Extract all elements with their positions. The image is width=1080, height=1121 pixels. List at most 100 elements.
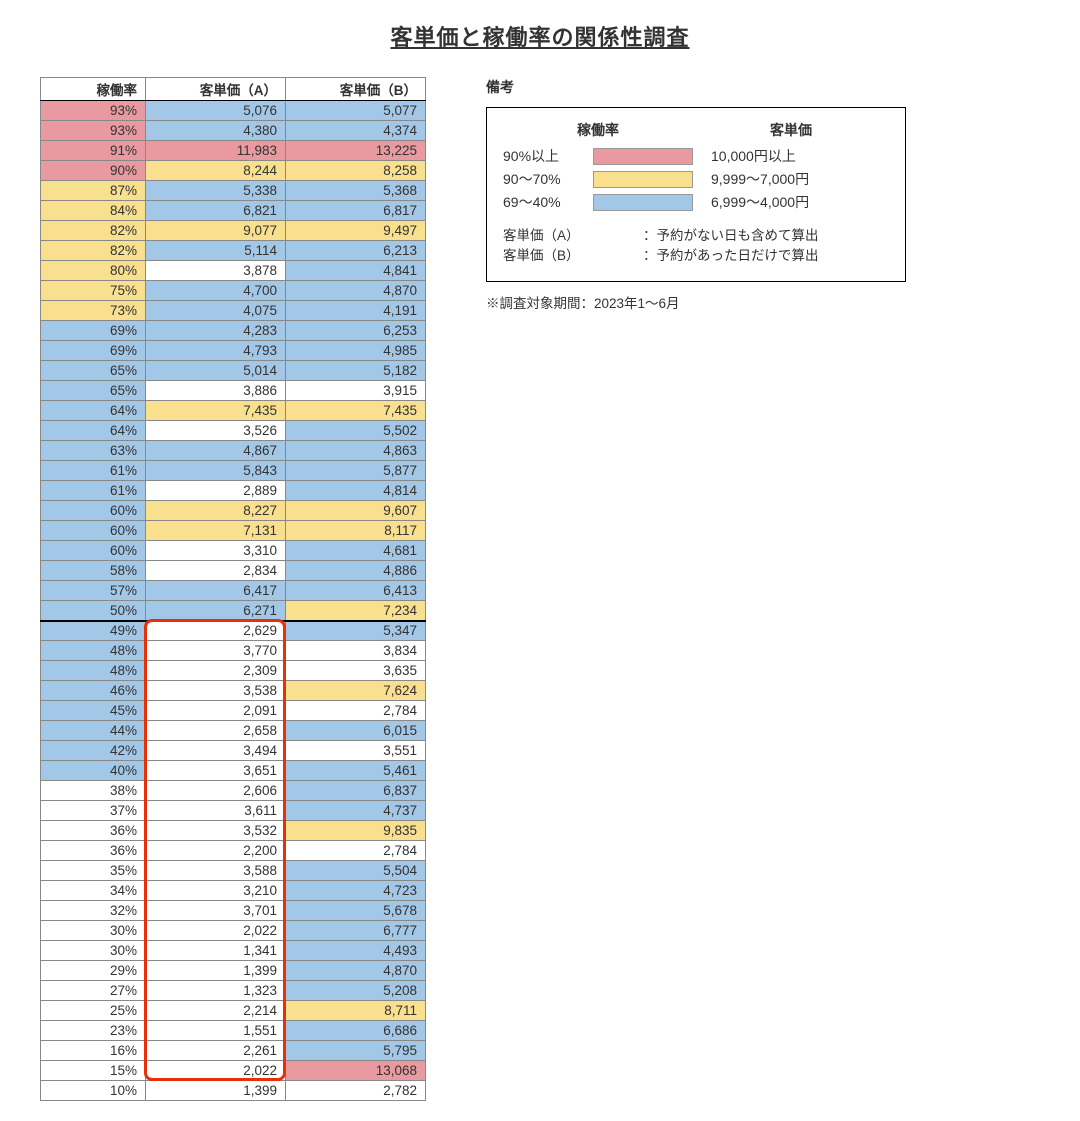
cell-rate: 73%	[41, 301, 146, 321]
cell-a: 6,821	[146, 201, 286, 221]
cell-a: 9,077	[146, 221, 286, 241]
cell-rate: 38%	[41, 781, 146, 801]
cell-rate: 25%	[41, 1001, 146, 1021]
table-row: 69%4,7934,985	[41, 341, 426, 361]
cell-rate: 65%	[41, 361, 146, 381]
cell-rate: 75%	[41, 281, 146, 301]
cell-a: 3,611	[146, 801, 286, 821]
cell-a: 11,983	[146, 141, 286, 161]
legend-notes: 客単価（A）：予約がない日も含めて算出客単価（B）：予約があった日だけで算出	[503, 226, 889, 267]
cell-a: 4,793	[146, 341, 286, 361]
cell-rate: 60%	[41, 521, 146, 541]
cell-rate: 10%	[41, 1081, 146, 1101]
cell-b: 5,347	[286, 621, 426, 641]
cell-rate: 36%	[41, 821, 146, 841]
cell-rate: 82%	[41, 241, 146, 261]
table-row: 84%6,8216,817	[41, 201, 426, 221]
cell-b: 3,635	[286, 661, 426, 681]
cell-rate: 63%	[41, 441, 146, 461]
cell-rate: 61%	[41, 461, 146, 481]
legend-rate-label: 90～70%	[503, 169, 593, 189]
table-row: 60%7,1318,117	[41, 521, 426, 541]
cell-rate: 65%	[41, 381, 146, 401]
legend-box: 稼働率 客単価 90%以上10,000円以上90～70%9,999～7,000円…	[486, 107, 906, 282]
cell-rate: 61%	[41, 481, 146, 501]
cell-b: 5,182	[286, 361, 426, 381]
table-row: 27%1,3235,208	[41, 981, 426, 1001]
cell-b: 4,737	[286, 801, 426, 821]
table-row: 91%11,98313,225	[41, 141, 426, 161]
legend-area: 備考 稼働率 客単価 90%以上10,000円以上90～70%9,999～7,0…	[486, 77, 1040, 312]
cell-b: 4,886	[286, 561, 426, 581]
legend-title: 備考	[486, 77, 1040, 97]
cell-a: 1,399	[146, 1081, 286, 1101]
cell-a: 6,417	[146, 581, 286, 601]
cell-rate: 16%	[41, 1041, 146, 1061]
cell-a: 3,651	[146, 761, 286, 781]
cell-b: 2,784	[286, 701, 426, 721]
cell-rate: 36%	[41, 841, 146, 861]
table-row: 61%5,8435,877	[41, 461, 426, 481]
table-row: 23%1,5516,686	[41, 1021, 426, 1041]
cell-a: 2,889	[146, 481, 286, 501]
cell-a: 4,700	[146, 281, 286, 301]
cell-rate: 82%	[41, 221, 146, 241]
table-row: 60%8,2279,607	[41, 501, 426, 521]
cell-a: 7,131	[146, 521, 286, 541]
cell-rate: 58%	[41, 561, 146, 581]
cell-b: 5,795	[286, 1041, 426, 1061]
period-note: ※調査対象期間：2023年1～6月	[486, 292, 1040, 312]
cell-b: 6,817	[286, 201, 426, 221]
cell-a: 7,435	[146, 401, 286, 421]
table-row: 40%3,6515,461	[41, 761, 426, 781]
cell-b: 2,784	[286, 841, 426, 861]
cell-b: 4,191	[286, 301, 426, 321]
cell-b: 6,777	[286, 921, 426, 941]
cell-a: 2,261	[146, 1041, 286, 1061]
cell-a: 3,538	[146, 681, 286, 701]
cell-b: 9,497	[286, 221, 426, 241]
cell-a: 5,843	[146, 461, 286, 481]
cell-b: 6,253	[286, 321, 426, 341]
cell-a: 5,114	[146, 241, 286, 261]
table-row: 49%2,6295,347	[41, 621, 426, 641]
cell-b: 4,493	[286, 941, 426, 961]
legend-price-label: 9,999～7,000円	[693, 169, 889, 189]
col-rate-header: 稼働率	[41, 78, 146, 101]
table-row: 44%2,6586,015	[41, 721, 426, 741]
table-row: 75%4,7004,870	[41, 281, 426, 301]
table-row: 25%2,2148,711	[41, 1001, 426, 1021]
cell-b: 5,678	[286, 901, 426, 921]
cell-a: 4,867	[146, 441, 286, 461]
legend-head: 稼働率 客単価	[503, 120, 889, 140]
table-row: 87%5,3385,368	[41, 181, 426, 201]
table-row: 42%3,4943,551	[41, 741, 426, 761]
table-row: 82%5,1146,213	[41, 241, 426, 261]
table-row: 64%7,4357,435	[41, 401, 426, 421]
cell-a: 3,310	[146, 541, 286, 561]
cell-a: 2,834	[146, 561, 286, 581]
cell-rate: 84%	[41, 201, 146, 221]
cell-rate: 37%	[41, 801, 146, 821]
cell-b: 3,551	[286, 741, 426, 761]
table-row: 93%5,0765,077	[41, 101, 426, 121]
legend-row: 90～70% 9,999～7,000円	[503, 169, 889, 189]
cell-a: 1,323	[146, 981, 286, 1001]
cell-rate: 34%	[41, 881, 146, 901]
cell-b: 4,863	[286, 441, 426, 461]
table-row: 58%2,8344,886	[41, 561, 426, 581]
cell-b: 5,877	[286, 461, 426, 481]
table-row: 29%1,3994,870	[41, 961, 426, 981]
table-row: 30%1,3414,493	[41, 941, 426, 961]
cell-a: 4,283	[146, 321, 286, 341]
table-row: 80%3,8784,841	[41, 261, 426, 281]
cell-b: 8,258	[286, 161, 426, 181]
cell-a: 6,271	[146, 601, 286, 621]
cell-a: 3,886	[146, 381, 286, 401]
cell-rate: 69%	[41, 341, 146, 361]
cell-rate: 48%	[41, 641, 146, 661]
cell-a: 3,526	[146, 421, 286, 441]
cell-a: 3,770	[146, 641, 286, 661]
cell-a: 2,214	[146, 1001, 286, 1021]
cell-a: 1,341	[146, 941, 286, 961]
